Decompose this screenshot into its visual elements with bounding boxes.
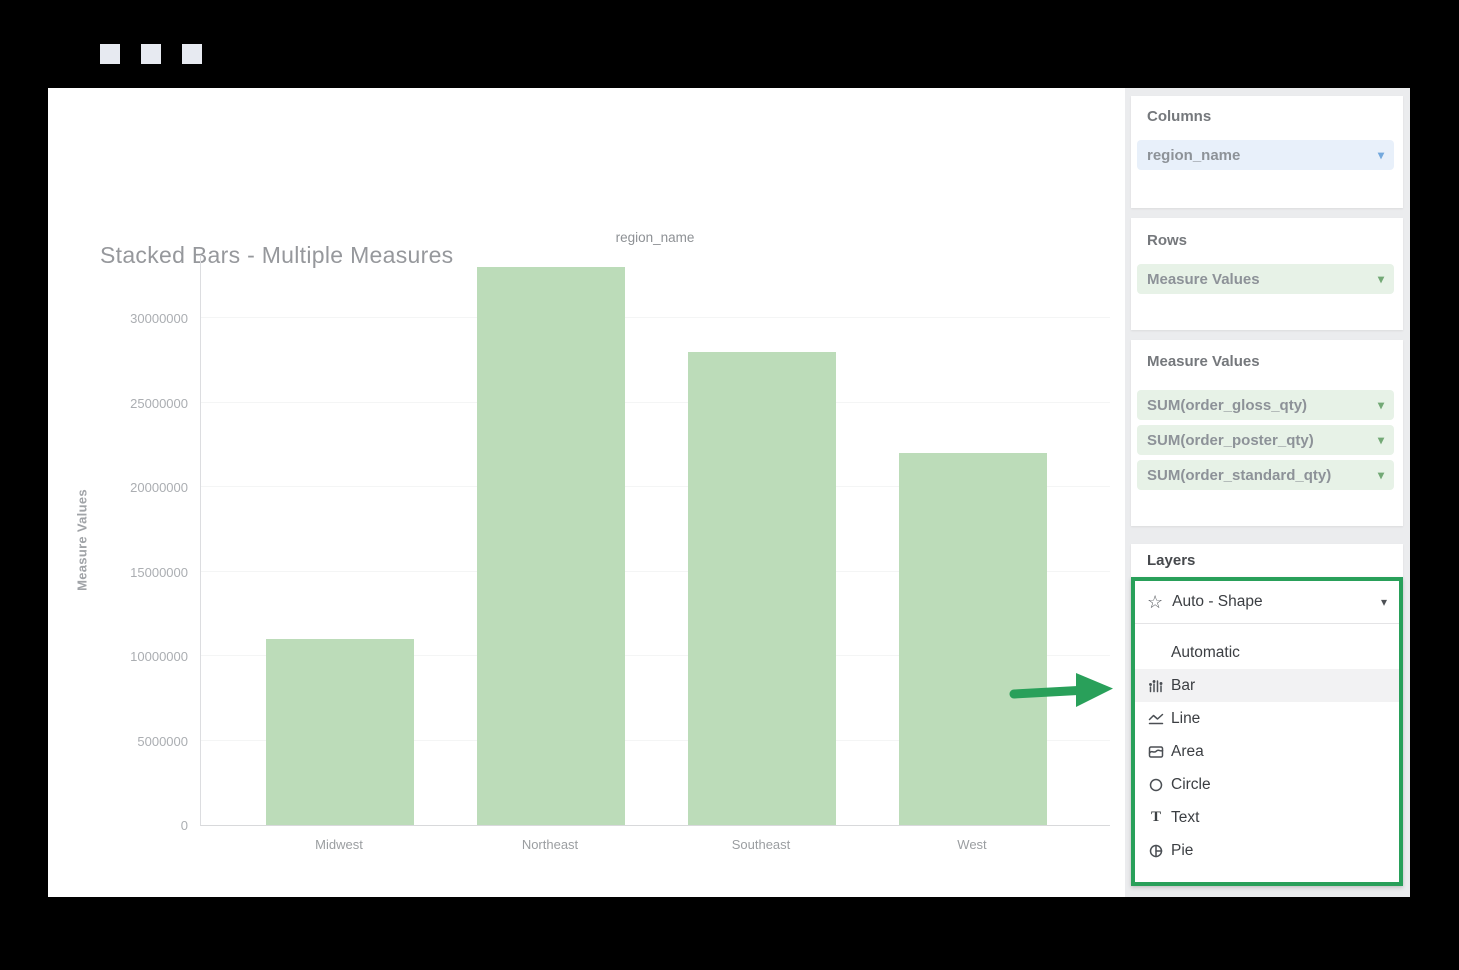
line-chart-icon [1147, 711, 1165, 727]
y-tick-label: 25000000 [48, 396, 188, 411]
y-tick-label: 5000000 [48, 734, 188, 749]
window-control-3[interactable] [182, 44, 202, 64]
y-tick-label: 0 [48, 818, 188, 833]
plot-area [200, 255, 1110, 826]
y-tick-label: 15000000 [48, 565, 188, 580]
main-content: Stacked Bars - Multiple Measures region_… [48, 88, 1410, 897]
text-icon: T [1147, 810, 1165, 826]
menu-item-label: Circle [1171, 776, 1211, 794]
layers-header: Layers [1147, 552, 1195, 569]
chevron-down-icon: ▾ [1378, 399, 1384, 411]
circle-icon [1147, 777, 1165, 793]
chevron-down-icon: ▾ [1378, 273, 1384, 285]
measure-values-header: Measure Values [1147, 353, 1260, 370]
area-chart-icon [1147, 744, 1165, 760]
menu-item-label: Line [1171, 710, 1200, 728]
columns-field-pill[interactable]: region_name ▾ [1137, 140, 1394, 170]
menu-item-automatic[interactable]: Automatic [1135, 636, 1399, 669]
menu-item-area[interactable]: Area [1135, 735, 1399, 768]
menu-item-label: Text [1171, 809, 1199, 827]
chevron-down-icon: ▾ [1378, 434, 1384, 446]
measure-values-card: Measure Values SUM(order_gloss_qty) ▾ SU… [1131, 340, 1403, 526]
x-tick-label: Southeast [687, 837, 835, 852]
pie-chart-icon [1147, 843, 1165, 859]
star-icon: ☆ [1147, 592, 1163, 613]
bar-chart-icon [1147, 678, 1165, 694]
bar-northeast[interactable] [477, 267, 625, 825]
chevron-down-icon: ▾ [1378, 469, 1384, 481]
app-window: Stacked Bars - Multiple Measures region_… [0, 0, 1459, 970]
chart-pane: Stacked Bars - Multiple Measures region_… [48, 88, 1125, 897]
rows-field-pill[interactable]: Measure Values ▾ [1137, 264, 1394, 294]
shape-dropdown-value: Auto - Shape [1172, 593, 1262, 611]
y-tick-label: 30000000 [48, 311, 188, 326]
y-tick-label: 20000000 [48, 480, 188, 495]
x-tick-label: Northeast [476, 837, 624, 852]
menu-item-label: Area [1171, 743, 1204, 761]
bar-midwest[interactable] [266, 639, 414, 825]
columns-card: Columns region_name ▾ [1131, 96, 1403, 208]
rows-field-label: Measure Values [1147, 271, 1260, 288]
measure-field-pill[interactable]: SUM(order_poster_qty) ▾ [1137, 425, 1394, 455]
menu-item-line[interactable]: Line [1135, 702, 1399, 735]
menu-item-label: Bar [1171, 677, 1195, 695]
shape-dropdown-annotation-box: ☆ Auto - Shape ▾ Automatic [1131, 577, 1403, 886]
measure-field-pill[interactable]: SUM(order_gloss_qty) ▾ [1137, 390, 1394, 420]
window-control-2[interactable] [141, 44, 161, 64]
shape-dropdown-menu: Automatic [1135, 624, 1399, 867]
menu-item-bar[interactable]: Bar [1135, 669, 1399, 702]
x-tick-label: Midwest [265, 837, 413, 852]
gridline [201, 317, 1110, 318]
rows-card: Rows Measure Values ▾ [1131, 218, 1403, 330]
measure-field-label: SUM(order_poster_qty) [1147, 432, 1314, 449]
menu-item-text[interactable]: T Text [1135, 801, 1399, 834]
chevron-down-icon: ▾ [1381, 595, 1387, 609]
x-tick-label: West [898, 837, 1046, 852]
menu-item-label: Automatic [1171, 644, 1240, 662]
window-control-1[interactable] [100, 44, 120, 64]
settings-sidebar: Columns region_name ▾ Rows Measure Value… [1125, 88, 1410, 897]
menu-item-label: Pie [1171, 842, 1193, 860]
column-facet-label: region_name [200, 230, 1110, 245]
gridline [201, 402, 1110, 403]
menu-item-circle[interactable]: Circle [1135, 768, 1399, 801]
bar-southeast[interactable] [688, 352, 836, 825]
menu-item-pie[interactable]: Pie [1135, 834, 1399, 867]
columns-field-label: region_name [1147, 147, 1240, 164]
measure-field-pill[interactable]: SUM(order_standard_qty) ▾ [1137, 460, 1394, 490]
chevron-down-icon: ▾ [1378, 149, 1384, 161]
measure-field-label: SUM(order_gloss_qty) [1147, 397, 1307, 414]
columns-header: Columns [1147, 108, 1211, 125]
bar-west[interactable] [899, 453, 1047, 825]
shape-dropdown[interactable]: ☆ Auto - Shape ▾ [1135, 581, 1399, 624]
measure-field-label: SUM(order_standard_qty) [1147, 467, 1331, 484]
y-tick-label: 10000000 [48, 649, 188, 664]
rows-header: Rows [1147, 232, 1187, 249]
